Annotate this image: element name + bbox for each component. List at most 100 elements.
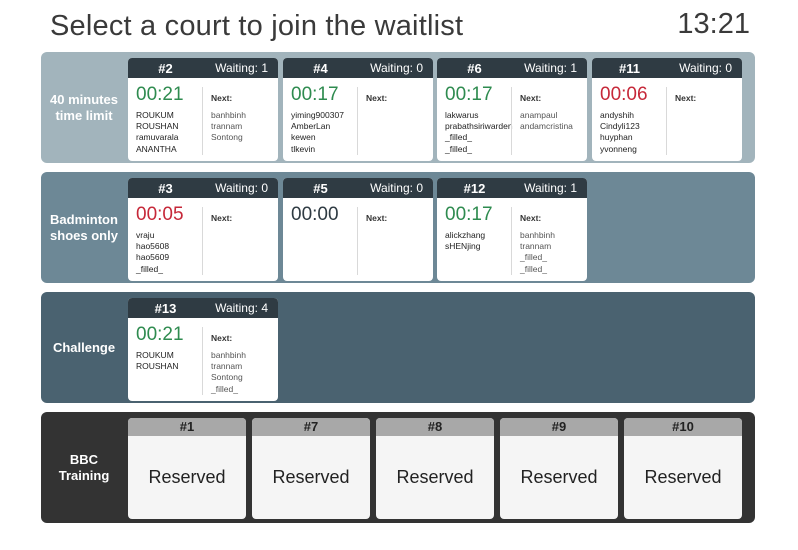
player: hao5608 [136, 241, 170, 252]
court-card-5[interactable]: #5 Waiting: 0 00:00 Next: [283, 178, 433, 281]
court-number: #10 [624, 418, 742, 436]
reserved-label: Reserved [644, 467, 722, 487]
waiting-count: Waiting: 1 [524, 61, 577, 75]
court-number: #9 [500, 418, 618, 436]
court-timer: 00:17 [445, 84, 493, 105]
player: huyphan [600, 132, 633, 143]
player: ROUKUM [136, 350, 174, 360]
section-shoes-only: Badminton shoes only #3 Waiting: 0 00:05… [41, 172, 755, 283]
player: ROUKUM [136, 110, 174, 120]
next-player: andamcristina [520, 121, 573, 132]
player: ROUSHAN [136, 121, 179, 132]
next-label: Next: [211, 213, 233, 223]
next-player: trannam [520, 241, 552, 252]
waiting-count: Waiting: 0 [370, 181, 423, 195]
section-label: BBC Training [58, 451, 110, 483]
player: _filled_ [445, 143, 472, 154]
player: yvonneng [600, 143, 637, 154]
section-bbc-training: BBC Training #1 Reserved #7 Reserved #8 … [41, 412, 755, 523]
next-player: Sontong [211, 132, 243, 143]
player: yiming900307 [291, 110, 344, 120]
divider [666, 87, 667, 155]
court-timer: 00:00 [291, 204, 339, 225]
court-timer: 00:05 [136, 204, 184, 225]
section-label: Badminton shoes only [50, 211, 118, 243]
next-list: banhbinh trannam Sontong _filled_ [211, 350, 246, 395]
player: _filled_ [445, 132, 472, 143]
court-timer: 00:17 [291, 84, 339, 105]
court-timer: 00:06 [600, 84, 648, 105]
next-player: banhbinh [520, 230, 555, 240]
reserved-court-7: #7 Reserved [252, 418, 370, 519]
court-number: #2 [158, 60, 173, 76]
court-card-11[interactable]: #11 Waiting: 0 00:06 andyshih Cindyli123… [592, 58, 742, 161]
court-timer: 00:21 [136, 324, 184, 345]
player: ramuvarala [136, 132, 179, 143]
court-number: #3 [158, 180, 173, 196]
player: prabathsiriwarden [445, 121, 513, 132]
section-label: 40 minutes time limit [50, 91, 118, 123]
next-player: _filled_ [520, 263, 547, 274]
next-player: banhbinh [211, 350, 246, 360]
next-label: Next: [211, 93, 233, 103]
court-number: #1 [128, 418, 246, 436]
next-player: _filled_ [211, 383, 238, 394]
next-player: banhbinh [211, 110, 246, 120]
waiting-count: Waiting: 0 [215, 181, 268, 195]
court-card-6[interactable]: #6 Waiting: 1 00:17 lakwarus prabathsiri… [437, 58, 587, 161]
court-number: #4 [313, 60, 328, 76]
player: ROUSHAN [136, 361, 179, 372]
next-list: banhbinh trannam Sontong [211, 110, 246, 144]
player: ANANTHA [136, 143, 177, 154]
player: lakwarus [445, 110, 479, 120]
player: vraju [136, 230, 155, 240]
section-label: Challenge [52, 339, 116, 355]
court-number: #11 [619, 60, 640, 76]
player-list: yiming900307 AmberLan kewen tlkevin [291, 110, 344, 155]
reserved-court-1: #1 Reserved [128, 418, 246, 519]
court-number: #13 [154, 300, 177, 316]
court-number: #5 [313, 180, 328, 196]
player: sHENjing [445, 241, 481, 252]
reserved-court-9: #9 Reserved [500, 418, 618, 519]
court-card-13[interactable]: #13 Waiting: 4 00:21 ROUKUM ROUSHAN Next… [128, 298, 278, 401]
court-card-3[interactable]: #3 Waiting: 0 00:05 vraju hao5608 hao560… [128, 178, 278, 281]
court-number: #6 [467, 60, 482, 76]
divider [511, 207, 512, 275]
divider [357, 87, 358, 155]
player: tlkevin [291, 143, 316, 154]
reserved-court-10: #10 Reserved [624, 418, 742, 519]
next-player: trannam [211, 361, 243, 372]
next-list: banhbinh trannam _filled_ _filled_ [520, 230, 555, 275]
court-number: #7 [252, 418, 370, 436]
player-list: vraju hao5608 hao5609 _filled_ [136, 230, 169, 275]
player-list: alickzhang sHENjing [445, 230, 485, 252]
reserved-court-8: #8 Reserved [376, 418, 494, 519]
player-list: lakwarus prabathsiriwarden _filled_ _fil… [445, 110, 513, 155]
next-label: Next: [211, 333, 233, 343]
court-card-12[interactable]: #12 Waiting: 1 00:17 alickzhang sHENjing… [437, 178, 587, 281]
court-number: #12 [463, 180, 486, 196]
next-label: Next: [366, 213, 388, 223]
court-card-4[interactable]: #4 Waiting: 0 00:17 yiming900307 AmberLa… [283, 58, 433, 161]
reserved-label: Reserved [520, 467, 598, 487]
player-list: andyshih Cindyli123 huyphan yvonneng [600, 110, 640, 155]
next-player: _filled_ [520, 252, 547, 263]
section-time-limit: 40 minutes time limit #2 Waiting: 1 00:2… [41, 52, 755, 163]
next-label: Next: [520, 213, 542, 223]
player: alickzhang [445, 230, 486, 240]
waiting-count: Waiting: 0 [370, 61, 423, 75]
player: kewen [291, 132, 316, 143]
page-title: Select a court to join the waitlist [50, 10, 464, 42]
court-number: #8 [376, 418, 494, 436]
reserved-label: Reserved [148, 467, 226, 487]
player-list: ROUKUM ROUSHAN [136, 350, 179, 372]
divider [202, 207, 203, 275]
waiting-count: Waiting: 1 [524, 181, 577, 195]
next-player: trannam [211, 121, 243, 132]
court-card-2[interactable]: #2 Waiting: 1 00:21 ROUKUM ROUSHAN ramuv… [128, 58, 278, 161]
player: andyshih [600, 110, 635, 120]
next-label: Next: [520, 93, 542, 103]
player: _filled_ [136, 263, 163, 274]
next-player: anampaul [520, 110, 558, 120]
